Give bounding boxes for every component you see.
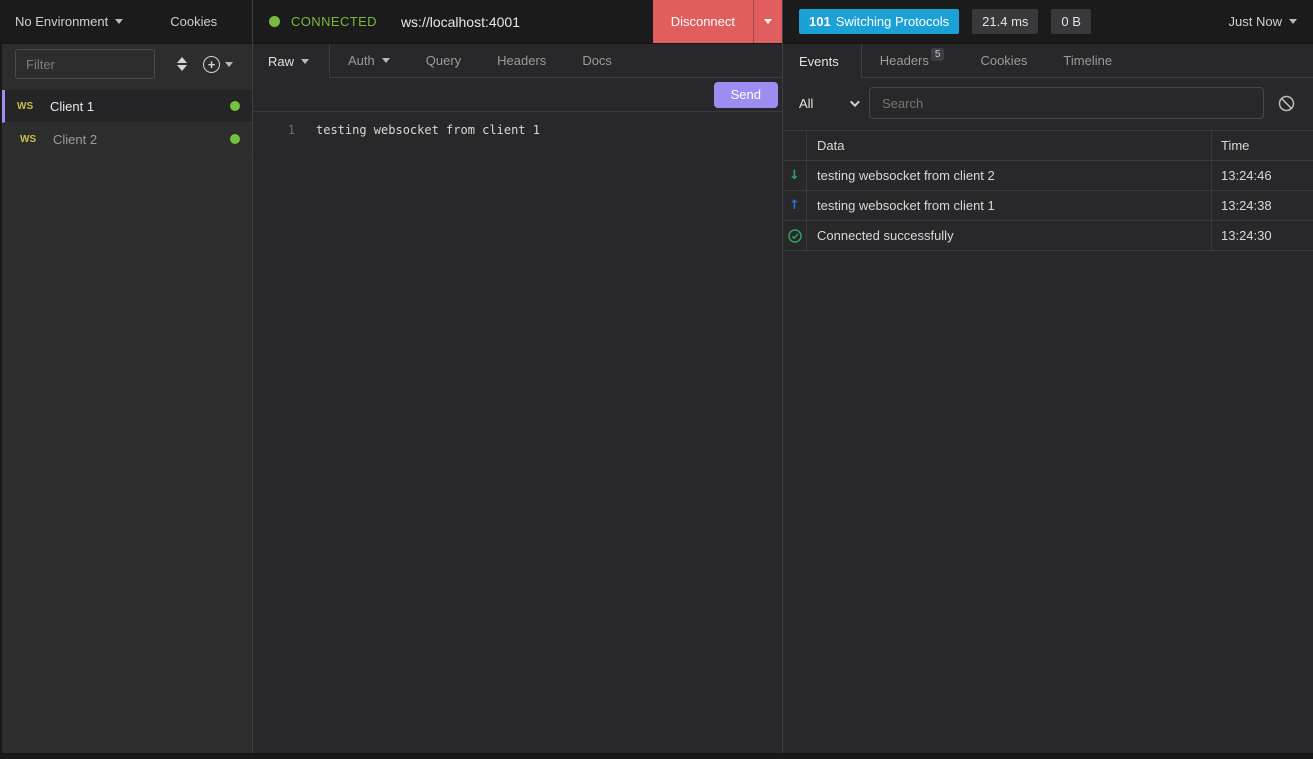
tab-cookies[interactable]: Cookies: [962, 44, 1045, 77]
chevron-down-icon: [225, 62, 233, 67]
response-size-badge: 0 B: [1051, 9, 1091, 34]
event-time: 13:24:38: [1212, 198, 1313, 213]
event-data: testing websocket from client 2: [807, 161, 1212, 190]
tab-timeline[interactable]: Timeline: [1045, 44, 1130, 77]
client-name: Client 1: [50, 99, 94, 114]
chevron-down-icon: [764, 19, 772, 24]
chevron-down-icon: [850, 97, 860, 107]
events-search-input[interactable]: [869, 87, 1264, 119]
add-client-button[interactable]: +: [203, 56, 233, 73]
environment-selector[interactable]: No Environment: [15, 14, 123, 29]
recency-selector[interactable]: Just Now: [1229, 14, 1297, 29]
request-tabs: Raw Auth Query Headers Docs: [253, 44, 782, 78]
message-editor[interactable]: 1 testing websocket from client 1: [253, 112, 782, 753]
clear-events-icon[interactable]: [1278, 95, 1295, 112]
event-data: Connected successfully: [807, 221, 1212, 250]
chevron-down-icon: [382, 58, 390, 63]
tab-docs[interactable]: Docs: [564, 44, 630, 77]
sidebar-filter-row: +: [2, 44, 252, 84]
table-row[interactable]: Connected successfully 13:24:30: [783, 221, 1313, 251]
client-list-item[interactable]: WS Client 1: [2, 90, 252, 123]
time-column-header: Time: [1212, 138, 1313, 153]
response-tab-list: Headers 5 Cookies Timeline: [862, 44, 1313, 78]
send-button[interactable]: Send: [714, 82, 778, 108]
chevron-down-icon: [1289, 19, 1297, 24]
disconnect-button-label: Disconnect: [653, 0, 753, 43]
websocket-url: ws://localhost:4001: [401, 14, 520, 30]
sort-up-arrow: [177, 57, 187, 63]
tab-query[interactable]: Query: [408, 44, 479, 77]
response-tabs: Events Headers 5 Cookies Timeline: [783, 44, 1313, 78]
request-panel: CONNECTED ws://localhost:4001 Disconnect…: [253, 0, 783, 753]
tab-events[interactable]: Events: [783, 44, 862, 78]
disconnect-button[interactable]: Disconnect: [653, 0, 782, 43]
message-sent-icon: ↑: [783, 191, 807, 220]
connection-status-dot-icon: [269, 16, 280, 27]
client-name: Client 2: [53, 132, 97, 147]
client-list-item[interactable]: WS Client 2: [2, 123, 252, 156]
events-filter-row: All: [783, 78, 1313, 124]
disconnect-dropdown[interactable]: [753, 0, 782, 43]
message-type-selector[interactable]: Raw: [253, 44, 330, 78]
events-table-header: Data Time: [783, 131, 1313, 161]
tab-headers[interactable]: Headers: [479, 44, 564, 77]
tab-auth-label: Auth: [348, 53, 375, 68]
app-window: No Environment Cookies + WS Client 1: [0, 0, 1313, 754]
message-type-label: Raw: [268, 54, 294, 69]
data-column-header: Data: [807, 131, 1212, 160]
chevron-down-icon: [301, 59, 309, 64]
sort-down-arrow: [177, 65, 187, 71]
icon-column-header: [783, 131, 807, 160]
tab-events-label: Events: [799, 54, 839, 69]
event-time: 13:24:46: [1212, 168, 1313, 183]
events-table: Data Time ↓ testing websocket from clien…: [783, 130, 1313, 251]
client-list: WS Client 1 WS Client 2: [2, 90, 252, 156]
status-badge: 101 Switching Protocols: [799, 9, 959, 34]
connection-bar: CONNECTED ws://localhost:4001 Disconnect: [253, 0, 782, 44]
message-received-icon: ↓: [783, 161, 807, 190]
request-tab-list: Auth Query Headers Docs: [330, 44, 782, 78]
cookies-link[interactable]: Cookies: [170, 14, 217, 29]
tab-auth[interactable]: Auth: [330, 44, 408, 77]
table-row[interactable]: ↓ testing websocket from client 2 13:24:…: [783, 161, 1313, 191]
plus-circle-icon: +: [203, 56, 220, 73]
event-type-value: All: [799, 96, 813, 111]
send-row: Send: [253, 78, 782, 112]
event-data: testing websocket from client 1: [807, 191, 1212, 220]
connection-status-label: CONNECTED: [291, 14, 377, 29]
event-time: 13:24:30: [1212, 228, 1313, 243]
status-text: Switching Protocols: [836, 14, 949, 29]
recency-label: Just Now: [1229, 14, 1282, 29]
response-time-badge: 21.4 ms: [972, 9, 1038, 34]
editor-line-text: testing websocket from client 1: [316, 121, 540, 139]
status-code: 101: [809, 14, 831, 29]
headers-count-badge: 5: [931, 48, 945, 61]
line-number: 1: [253, 121, 295, 139]
sidebar-topbar: No Environment Cookies: [2, 0, 252, 44]
ws-method-label: WS: [17, 101, 50, 112]
tab-headers[interactable]: Headers 5: [862, 44, 963, 77]
filter-input[interactable]: [15, 49, 155, 79]
chevron-down-icon: [115, 19, 123, 24]
response-status-bar: 101 Switching Protocols 21.4 ms 0 B Just…: [783, 0, 1313, 44]
table-row[interactable]: ↑ testing websocket from client 1 13:24:…: [783, 191, 1313, 221]
environment-label: No Environment: [15, 14, 108, 29]
tab-headers-label: Headers: [880, 53, 929, 68]
sort-icon[interactable]: [177, 57, 187, 71]
editor-line: 1 testing websocket from client 1: [253, 121, 782, 139]
response-panel: 101 Switching Protocols 21.4 ms 0 B Just…: [783, 0, 1313, 753]
event-type-select[interactable]: All: [799, 96, 869, 111]
connected-dot-icon: [230, 101, 240, 111]
connected-dot-icon: [230, 134, 240, 144]
check-circle-icon: [783, 221, 807, 250]
ws-method-label: WS: [20, 134, 53, 145]
sidebar: No Environment Cookies + WS Client 1: [2, 0, 253, 753]
